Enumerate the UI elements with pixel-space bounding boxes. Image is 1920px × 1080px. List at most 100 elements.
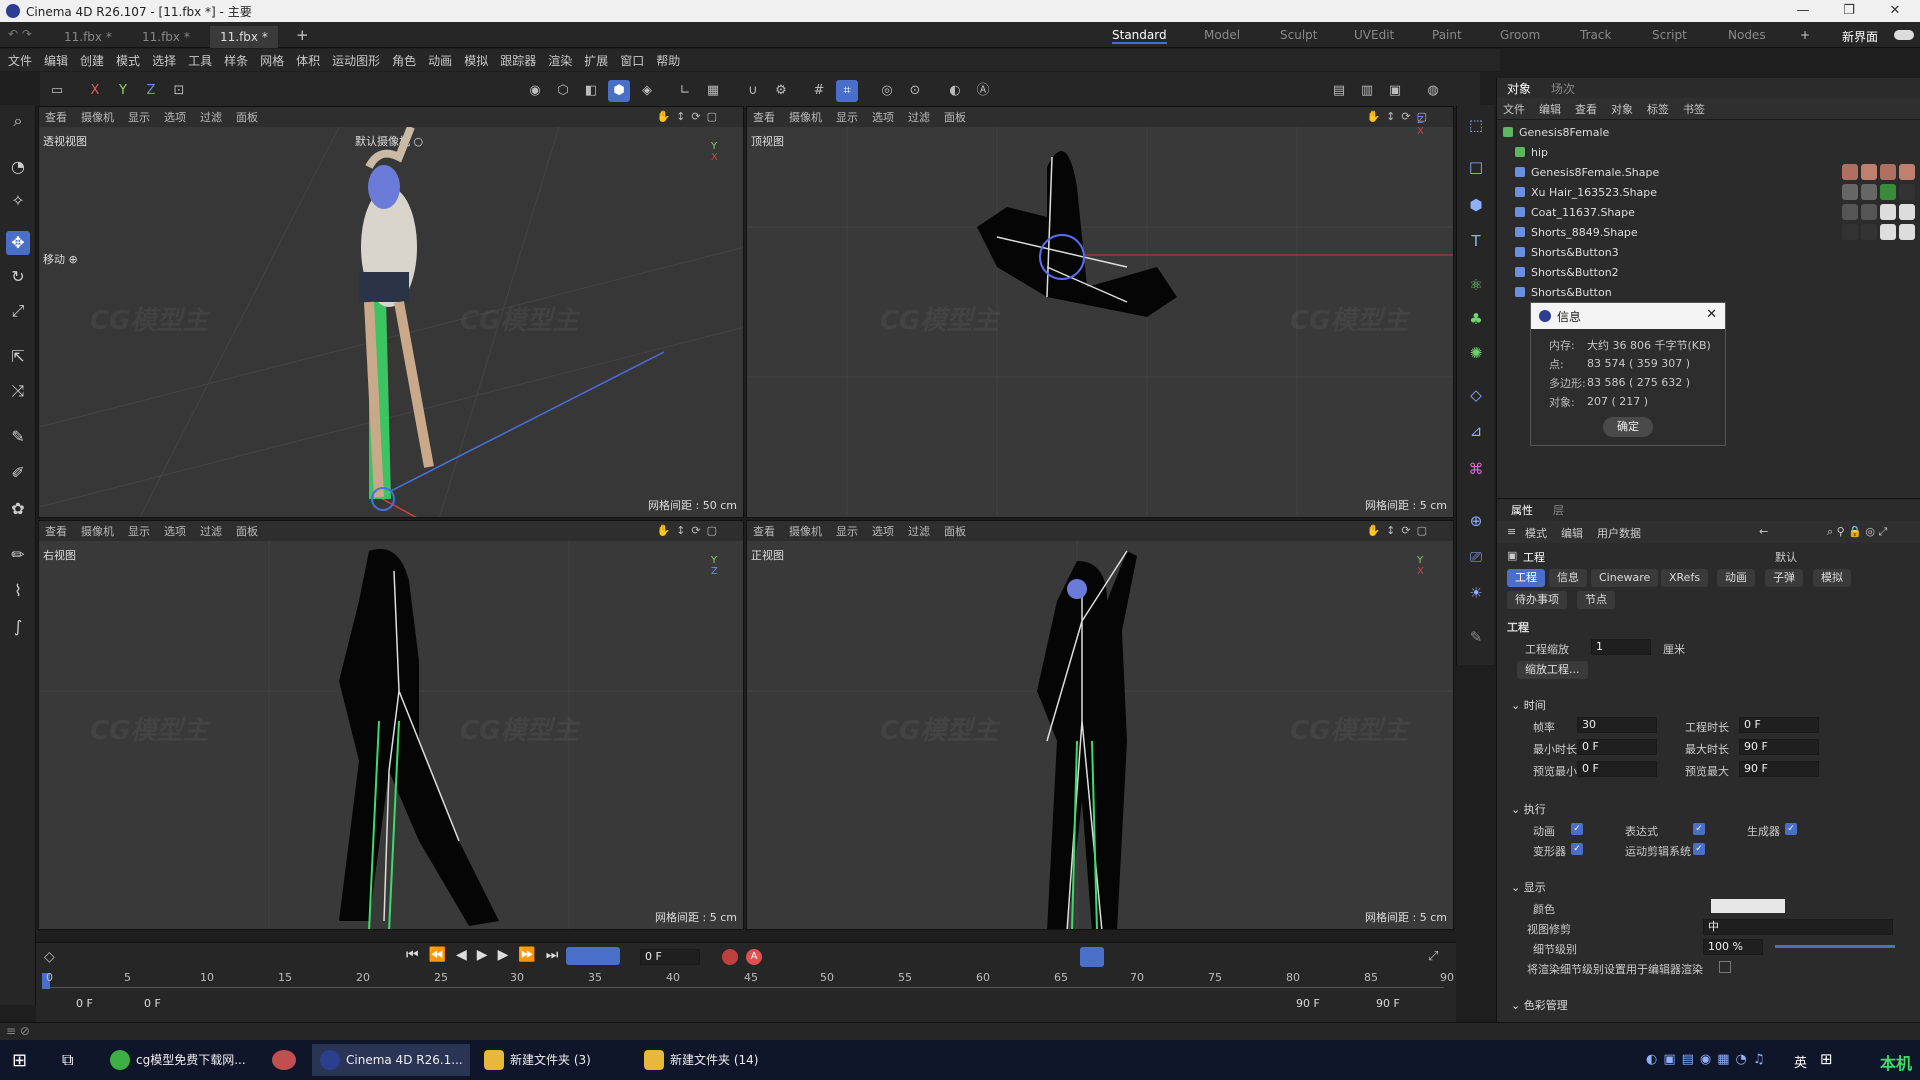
environment-icon[interactable]: ⊕: [1464, 509, 1488, 533]
quantize-icon[interactable]: ⊙: [904, 80, 926, 102]
taskbar-folder-14[interactable]: 新建文件夹 (14): [636, 1044, 786, 1076]
pill-nodes[interactable]: 节点: [1577, 591, 1615, 609]
record-icon[interactable]: [722, 949, 738, 965]
menu-mode[interactable]: 模式: [116, 52, 140, 69]
knife-icon[interactable]: ⌇: [6, 579, 30, 603]
unit-dropdown[interactable]: 厘米: [1663, 641, 1685, 657]
pill-info[interactable]: 信息: [1549, 569, 1587, 587]
top-viewport[interactable]: 查看 摄像机 显示 选项 过滤 面板 ✋↕⟳▢ 顶视图 ZX 网格间距 : 5 …: [746, 106, 1454, 518]
field-icon[interactable]: ⊿: [1464, 419, 1488, 443]
pill-simulation[interactable]: 模拟: [1813, 569, 1851, 587]
layout-nodes[interactable]: Nodes: [1728, 28, 1766, 42]
section-display[interactable]: ⌄ 显示: [1511, 879, 1546, 895]
model-mode-icon[interactable]: ▭: [46, 80, 68, 102]
dialog-close-icon[interactable]: ✕: [1706, 307, 1717, 322]
cloner-icon[interactable]: ⚛: [1464, 273, 1488, 297]
project-scale-field[interactable]: 1: [1591, 639, 1651, 655]
attr-menu-mode[interactable]: 模式: [1525, 525, 1547, 541]
level-of-detail-field[interactable]: 100 %: [1703, 939, 1763, 955]
windows-start-icon[interactable]: ⊞: [12, 1050, 27, 1071]
ime-grid-icon[interactable]: ⊞: [1820, 1050, 1833, 1068]
preview-start-field[interactable]: 0 F: [144, 997, 161, 1010]
layout-track[interactable]: Track: [1580, 28, 1611, 42]
playback-controls[interactable]: ⏮⏪◀▶▶⏩⏭: [406, 947, 568, 963]
taskbar-cinema4d[interactable]: Cinema 4D R26.1...: [312, 1044, 470, 1076]
camera-icon[interactable]: ⎚: [1464, 545, 1488, 569]
max-time-field[interactable]: 90 F: [1739, 739, 1819, 755]
task-view-icon[interactable]: ⧉: [62, 1050, 73, 1070]
menu-edit[interactable]: 编辑: [44, 52, 68, 69]
min-time-field[interactable]: 0 F: [1577, 739, 1657, 755]
brush-icon[interactable]: ✐: [6, 461, 30, 485]
attr-menu-userdata[interactable]: 用户数据: [1597, 525, 1641, 541]
menu-render[interactable]: 渲染: [548, 52, 572, 69]
color-swatch[interactable]: [1711, 899, 1785, 913]
scale-project-button[interactable]: 缩放工程...: [1517, 661, 1588, 679]
pill-bullet[interactable]: 子弹: [1765, 569, 1803, 587]
scale-icon[interactable]: ⤢: [6, 299, 30, 323]
sculpt-icon[interactable]: ✿: [6, 497, 30, 521]
vp-menu-view[interactable]: 查看: [753, 523, 775, 539]
camera-object-icon[interactable]: ⬚: [1464, 113, 1488, 137]
tab-attributes[interactable]: 属性: [1511, 502, 1533, 518]
transfer-icon[interactable]: ⇱: [6, 345, 30, 369]
vp-menu-panel[interactable]: 面板: [944, 109, 966, 125]
vp-menu-options[interactable]: 选项: [164, 523, 186, 539]
taskbar-browser[interactable]: cg模型免费下载网...: [102, 1044, 252, 1076]
om-menu-object[interactable]: 对象: [1611, 101, 1633, 117]
object-row[interactable]: Shorts_8849.Shape: [1497, 222, 1920, 242]
tab-layers[interactable]: 层: [1553, 502, 1564, 518]
maximize-button[interactable]: ❐: [1826, 0, 1872, 22]
settings-snap-icon[interactable]: ⚙: [770, 80, 792, 102]
tag-icons[interactable]: [1842, 224, 1915, 240]
pill-cineware[interactable]: Cineware: [1591, 569, 1659, 587]
minimize-button[interactable]: —: [1780, 0, 1826, 22]
vp-menu-filter[interactable]: 过滤: [908, 523, 930, 539]
object-row[interactable]: Genesis8Female.Shape: [1497, 162, 1920, 182]
menu-tools[interactable]: 工具: [188, 52, 212, 69]
menu-animate[interactable]: 动画: [428, 52, 452, 69]
vp-menu-camera[interactable]: 摄像机: [81, 109, 114, 125]
new-tab-button[interactable]: +: [296, 26, 309, 44]
undo-icon[interactable]: ↶ ↷: [8, 27, 32, 41]
layout-standard[interactable]: Standard: [1112, 28, 1167, 44]
view-clipping-dropdown[interactable]: 中: [1703, 919, 1893, 935]
grid-icon[interactable]: #: [808, 80, 830, 102]
menu-select[interactable]: 选择: [152, 52, 176, 69]
lock-z-button[interactable]: Z: [140, 80, 162, 102]
range-start-field[interactable]: 0 F: [76, 997, 93, 1010]
polygons-mode-icon[interactable]: ◧: [580, 80, 602, 102]
perspective-viewport[interactable]: 查看 摄像机 显示 选项 过滤 面板 ✋↕⟳▢ 透视视图 默认摄像机 ○ 移动 …: [38, 106, 744, 518]
vp-menu-display[interactable]: 显示: [836, 523, 858, 539]
menu-simulate[interactable]: 模拟: [464, 52, 488, 69]
deformer-icon[interactable]: ◇: [1464, 383, 1488, 407]
menu-create[interactable]: 创建: [80, 52, 104, 69]
pill-xrefs[interactable]: XRefs: [1661, 569, 1709, 587]
f-curve-icon[interactable]: ⤢: [1428, 949, 1438, 964]
points-mode-icon[interactable]: ◉: [524, 80, 546, 102]
section-color-management[interactable]: ⌄ 色彩管理: [1511, 997, 1568, 1013]
vp-menu-filter[interactable]: 过滤: [200, 109, 222, 125]
object-row[interactable]: Shorts&Button3: [1497, 242, 1920, 262]
section-execution[interactable]: ⌄ 执行: [1511, 801, 1546, 817]
layout-uvedit[interactable]: UVEdit: [1354, 28, 1394, 42]
vp-menu-options[interactable]: 选项: [872, 523, 894, 539]
loop-button[interactable]: [566, 947, 620, 965]
vp-menu-view[interactable]: 查看: [753, 109, 775, 125]
menu-spline[interactable]: 样条: [224, 52, 248, 69]
doc-tab-2[interactable]: 11.fbx *: [132, 26, 200, 48]
layout-groom[interactable]: Groom: [1500, 28, 1540, 42]
effector-icon[interactable]: ✺: [1464, 341, 1488, 365]
vp-menu-view[interactable]: 查看: [45, 523, 67, 539]
solo-icon[interactable]: ▦: [702, 80, 724, 102]
system-tray-icons[interactable]: ◐▣▤◉▦◔♫: [1646, 1052, 1771, 1067]
exec-deformers-checkbox[interactable]: ✓: [1571, 843, 1583, 855]
rotate-icon[interactable]: ↻: [6, 265, 30, 289]
preview-max-field[interactable]: 90 F: [1739, 761, 1819, 777]
preview-min-field[interactable]: 0 F: [1577, 761, 1657, 777]
section-time[interactable]: ⌄ 时间: [1511, 697, 1546, 713]
paint-icon[interactable]: ✏: [6, 543, 30, 567]
om-menu-bookmarks[interactable]: 书签: [1683, 101, 1705, 117]
view-icon[interactable]: ◐: [944, 80, 966, 102]
pill-animation[interactable]: 动画: [1717, 569, 1755, 587]
